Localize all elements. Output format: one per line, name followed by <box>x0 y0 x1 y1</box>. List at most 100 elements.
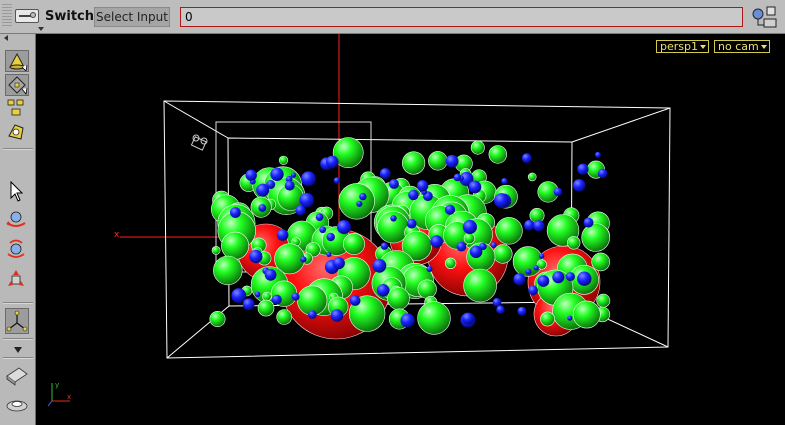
blue-sphere <box>552 271 565 284</box>
collapse-left-icon[interactable] <box>4 35 8 41</box>
green-sphere <box>257 299 275 317</box>
tool-display[interactable] <box>5 394 29 418</box>
blue-sphere <box>300 256 307 263</box>
blue-sphere <box>330 309 344 322</box>
blue-sphere <box>390 215 397 222</box>
green-sphere <box>540 311 555 327</box>
blue-sphere <box>264 268 277 281</box>
blue-sphere <box>258 204 267 212</box>
blue-sphere <box>337 220 351 235</box>
blue-sphere <box>271 294 282 305</box>
green-sphere <box>417 301 451 335</box>
svg-text:y: y <box>55 381 59 389</box>
green-sphere <box>338 183 375 220</box>
blue-sphere <box>553 187 563 197</box>
select-input-field[interactable]: 0 <box>180 7 743 27</box>
tool-pointer[interactable] <box>5 180 29 202</box>
tool-handle[interactable] <box>5 122 29 144</box>
blue-sphere <box>521 153 532 164</box>
blue-sphere <box>533 265 539 271</box>
green-sphere <box>211 245 221 255</box>
tool-edit[interactable] <box>5 98 29 120</box>
rotate-view-icon <box>6 211 26 227</box>
tool-tumble[interactable] <box>5 238 29 260</box>
green-sphere <box>566 236 581 250</box>
scale-view-icon <box>8 270 24 286</box>
blue-sphere <box>254 291 261 298</box>
node-menu-arrow-icon[interactable] <box>38 27 44 31</box>
edit-points-icon <box>7 99 24 116</box>
blue-sphere <box>308 310 317 319</box>
toolbar-separator <box>3 357 33 359</box>
toolbar-separator <box>3 338 33 340</box>
blue-sphere <box>492 298 502 307</box>
blue-sphere <box>349 295 361 306</box>
green-sphere <box>493 244 513 264</box>
blue-sphere <box>462 312 474 325</box>
chevron-down-icon <box>760 45 767 49</box>
blue-sphere <box>230 207 241 218</box>
blue-sphere <box>416 180 429 192</box>
expand-tools-icon[interactable] <box>14 347 22 353</box>
blue-sphere <box>577 271 592 286</box>
green-sphere <box>463 232 476 245</box>
blue-sphere <box>453 173 462 182</box>
tool-rotate[interactable] <box>5 208 29 230</box>
cam-menu[interactable]: no cam <box>714 40 770 53</box>
pointer-arrow-icon <box>10 180 24 202</box>
blue-sphere <box>301 171 316 187</box>
toolbar-grip[interactable] <box>2 4 12 28</box>
switch-node-icon <box>15 9 39 23</box>
tool-view[interactable] <box>5 308 29 334</box>
green-sphere <box>342 233 365 256</box>
blue-sphere <box>326 252 332 257</box>
tool-scale[interactable] <box>5 268 29 290</box>
display-options-icon <box>6 400 28 412</box>
blue-sphere <box>595 151 601 158</box>
green-sphere <box>387 287 410 310</box>
blue-sphere <box>577 163 589 175</box>
axis-label-x: x <box>114 230 120 240</box>
blue-sphere <box>333 177 341 184</box>
blue-sphere <box>517 306 527 316</box>
blue-sphere <box>597 168 608 179</box>
tool-select-shape[interactable] <box>5 50 29 72</box>
green-sphere <box>278 155 289 165</box>
blue-sphere <box>408 189 419 201</box>
view-tool-icon <box>6 310 28 332</box>
select-input-label: Select Input <box>94 7 170 27</box>
blue-sphere <box>567 315 573 321</box>
toolbar-separator <box>3 302 33 304</box>
tool-select-component[interactable] <box>5 74 29 96</box>
blue-sphere <box>326 232 335 242</box>
green-sphere <box>276 309 292 325</box>
cone-select-icon <box>9 52 28 72</box>
blue-sphere <box>376 284 390 297</box>
blue-sphere <box>524 219 535 231</box>
green-sphere <box>262 291 272 302</box>
blue-sphere <box>389 179 399 189</box>
green-sphere <box>213 255 243 286</box>
blue-sphere <box>276 229 289 241</box>
blue-sphere <box>332 257 345 270</box>
chevron-down-icon <box>699 45 706 49</box>
green-sphere <box>591 252 611 272</box>
blue-sphere <box>380 242 389 250</box>
network-display-icon[interactable] <box>750 4 782 30</box>
green-sphere <box>402 151 426 175</box>
blue-sphere <box>496 305 505 314</box>
3d-viewport[interactable]: persp1 no cam x y x <box>36 34 785 425</box>
green-sphere <box>209 310 226 327</box>
viewport-scene[interactable] <box>36 34 785 425</box>
blue-sphere <box>406 218 417 229</box>
camera-menu[interactable]: persp1 <box>656 40 709 53</box>
parameter-bar: Switch Select Input 0 <box>0 0 785 34</box>
blue-sphere <box>291 292 300 301</box>
blue-sphere <box>319 226 327 234</box>
blue-sphere <box>315 213 324 221</box>
cam-menu-label: no cam <box>718 40 759 53</box>
tool-brush[interactable] <box>5 364 29 388</box>
green-sphere <box>572 300 601 329</box>
cube-select-icon <box>8 76 28 95</box>
blue-sphere <box>528 285 538 296</box>
